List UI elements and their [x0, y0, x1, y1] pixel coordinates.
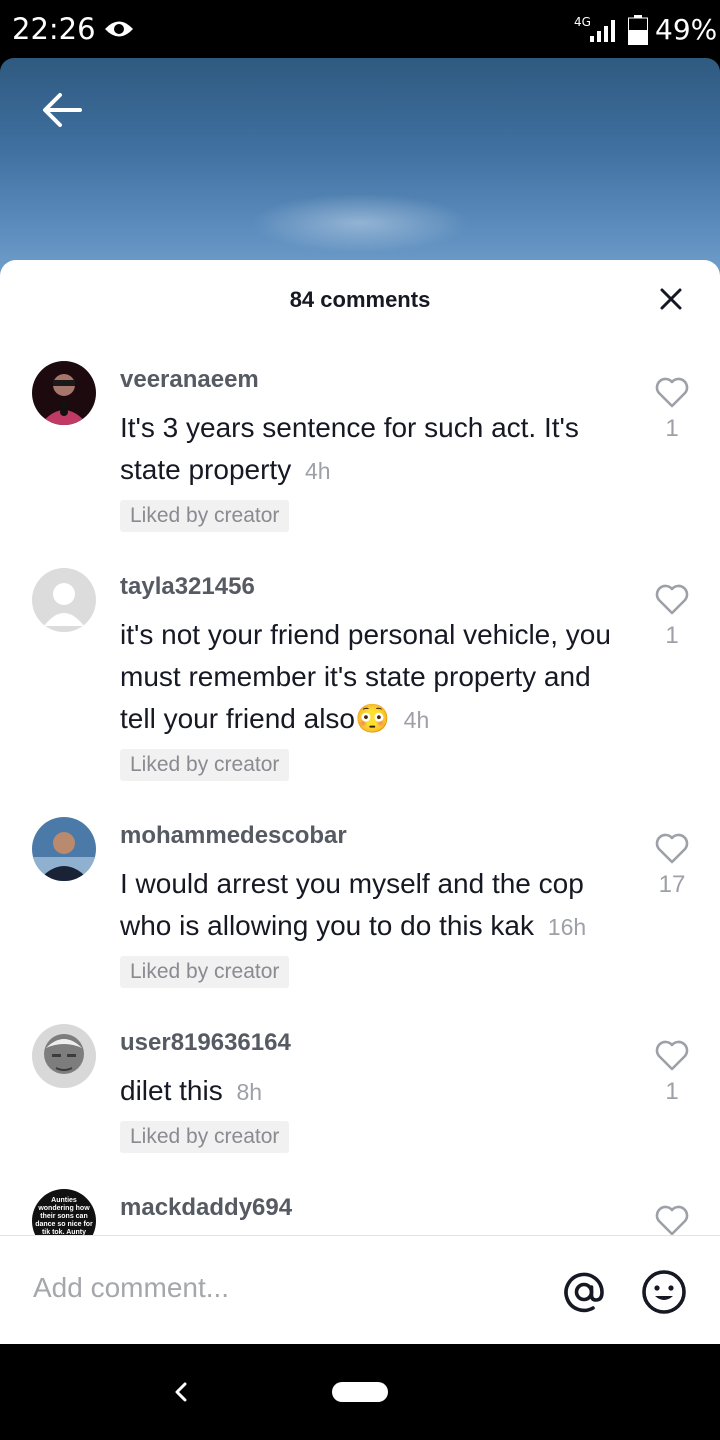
heart-icon[interactable] — [655, 833, 689, 865]
avatar[interactable] — [32, 1024, 96, 1088]
status-bar: 22:26 4G 49% — [0, 0, 720, 58]
eye-icon — [105, 21, 133, 37]
like-count: 1 — [665, 415, 679, 442]
comment-item[interactable]: tayla321456 it's not your friend persona… — [0, 568, 720, 788]
heart-icon[interactable] — [655, 584, 689, 616]
comments-count-title: 84 comments — [289, 287, 431, 312]
comment-username[interactable]: veeranaeem — [120, 366, 259, 394]
comment-body: it's not your friend personal vehicle, y… — [120, 619, 611, 734]
comment-text: dilet this 8h — [120, 1070, 630, 1113]
liked-by-creator-badge: Liked by creator — [120, 500, 290, 532]
nav-home-icon[interactable] — [332, 1382, 388, 1402]
avatar[interactable] — [32, 817, 96, 881]
comment-input[interactable]: Add comment... — [33, 1272, 229, 1304]
video-cloud — [250, 193, 470, 253]
comment-item[interactable]: veeranaeem It's 3 years sentence for suc… — [0, 361, 720, 541]
battery-icon — [628, 15, 648, 45]
comment-time: 8h — [236, 1079, 263, 1105]
heart-icon[interactable] — [655, 1205, 689, 1235]
back-arrow-icon[interactable] — [40, 90, 84, 130]
comment-body: It's 3 years sentence for such act. It's… — [120, 412, 579, 485]
battery-percent: 49% — [655, 13, 718, 46]
avatar[interactable]: Aunties wondering how their sons can dan… — [32, 1189, 96, 1235]
comment-time: 4h — [304, 458, 331, 484]
comment-item[interactable]: user819636164 dilet this 8h Liked by cre… — [0, 1024, 720, 1164]
comment-body: dilet this — [120, 1075, 223, 1106]
comment-username[interactable]: mohammedescobar — [120, 822, 347, 850]
liked-by-creator-badge: Liked by creator — [120, 1121, 290, 1153]
liked-by-creator-badge: Liked by creator — [120, 956, 290, 988]
comment-time: 4h — [403, 707, 430, 733]
comment-text: It's 3 years sentence for such act. It's… — [120, 407, 630, 492]
avatar-caption: Aunties wondering how their sons can dan… — [35, 1197, 93, 1235]
comment-username[interactable]: tayla321456 — [120, 573, 255, 601]
like-count: 1 — [665, 622, 679, 649]
comments-sheet: 84 comments veeranaeem It's 3 years sent… — [0, 260, 720, 1345]
comment-username[interactable]: mackdaddy694 — [120, 1194, 292, 1222]
avatar[interactable] — [32, 568, 96, 632]
comment-text: it's not your friend personal vehicle, y… — [120, 614, 630, 741]
heart-icon[interactable] — [655, 1040, 689, 1072]
nav-back-icon[interactable] — [170, 1376, 192, 1408]
comment-text: I would arrest you myself and the cop wh… — [120, 863, 630, 948]
signal-icon — [590, 20, 615, 42]
system-nav-bar — [0, 1344, 720, 1440]
comment-time: 16h — [547, 914, 587, 940]
comment-item[interactable]: mohammedescobar I would arrest you mysel… — [0, 817, 720, 997]
comment-body: I would arrest you myself and the cop wh… — [120, 868, 584, 941]
close-icon[interactable] — [656, 284, 686, 314]
comment-username[interactable]: user819636164 — [120, 1029, 291, 1057]
emoji-icon[interactable] — [640, 1268, 688, 1316]
like-count: 17 — [658, 871, 686, 898]
comment-input-bar: Add comment... — [0, 1235, 720, 1345]
comment-item[interactable]: Aunties wondering how their sons can dan… — [0, 1189, 720, 1235]
avatar[interactable] — [32, 361, 96, 425]
like-count: 1 — [665, 1078, 679, 1105]
heart-icon[interactable] — [655, 377, 689, 409]
at-icon[interactable] — [560, 1268, 608, 1316]
status-time: 22:26 — [12, 12, 96, 46]
liked-by-creator-badge: Liked by creator — [120, 749, 290, 781]
